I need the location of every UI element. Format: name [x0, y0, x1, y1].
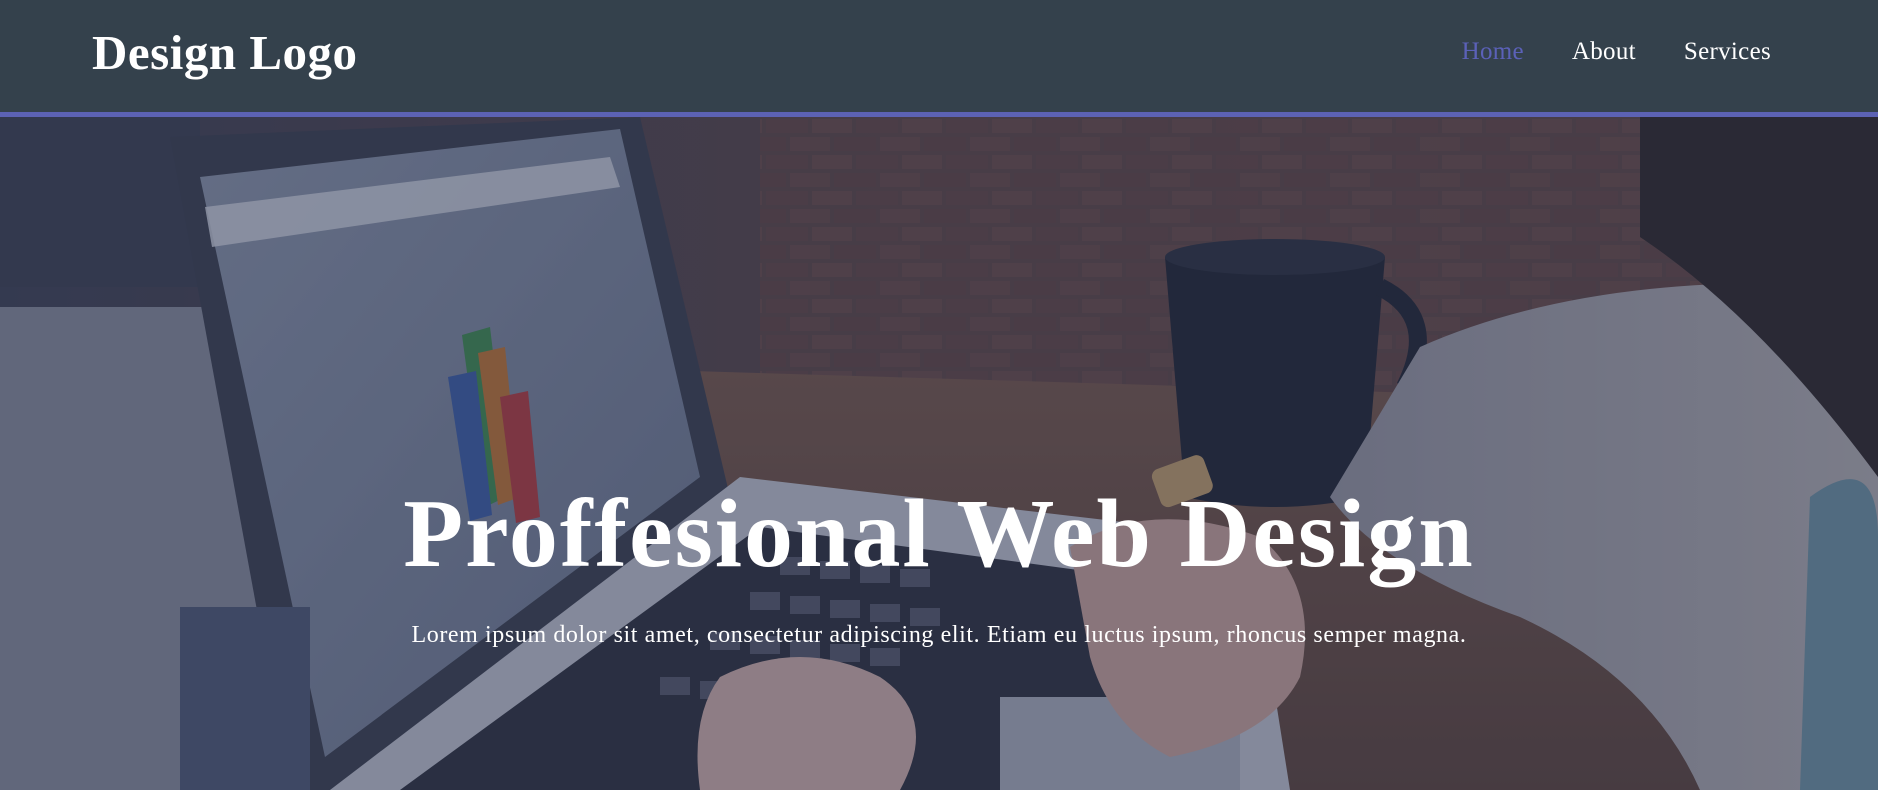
hero-description: Lorem ipsum dolor sit amet, consectetur … [411, 622, 1467, 648]
site-logo[interactable]: Design Logo [92, 24, 358, 82]
site-header: Design Logo Home About Services [0, 0, 1878, 117]
nav-link-about[interactable]: About [1572, 38, 1636, 65]
hero-section: Proffesional Web Design Lorem ipsum dolo… [0, 117, 1878, 790]
nav-item-services: Services [1684, 36, 1771, 68]
nav-link-home[interactable]: Home [1462, 38, 1524, 65]
nav-item-about: About [1572, 36, 1636, 68]
nav-link-services[interactable]: Services [1684, 38, 1771, 65]
hero-overlay [0, 117, 1878, 790]
page: Design Logo Home About Services Proffesi… [0, 0, 1878, 790]
nav-item-home: Home [1462, 36, 1524, 68]
hero-title: Proffesional Web Design [403, 480, 1475, 588]
main-nav: Home About Services [1462, 36, 1771, 68]
